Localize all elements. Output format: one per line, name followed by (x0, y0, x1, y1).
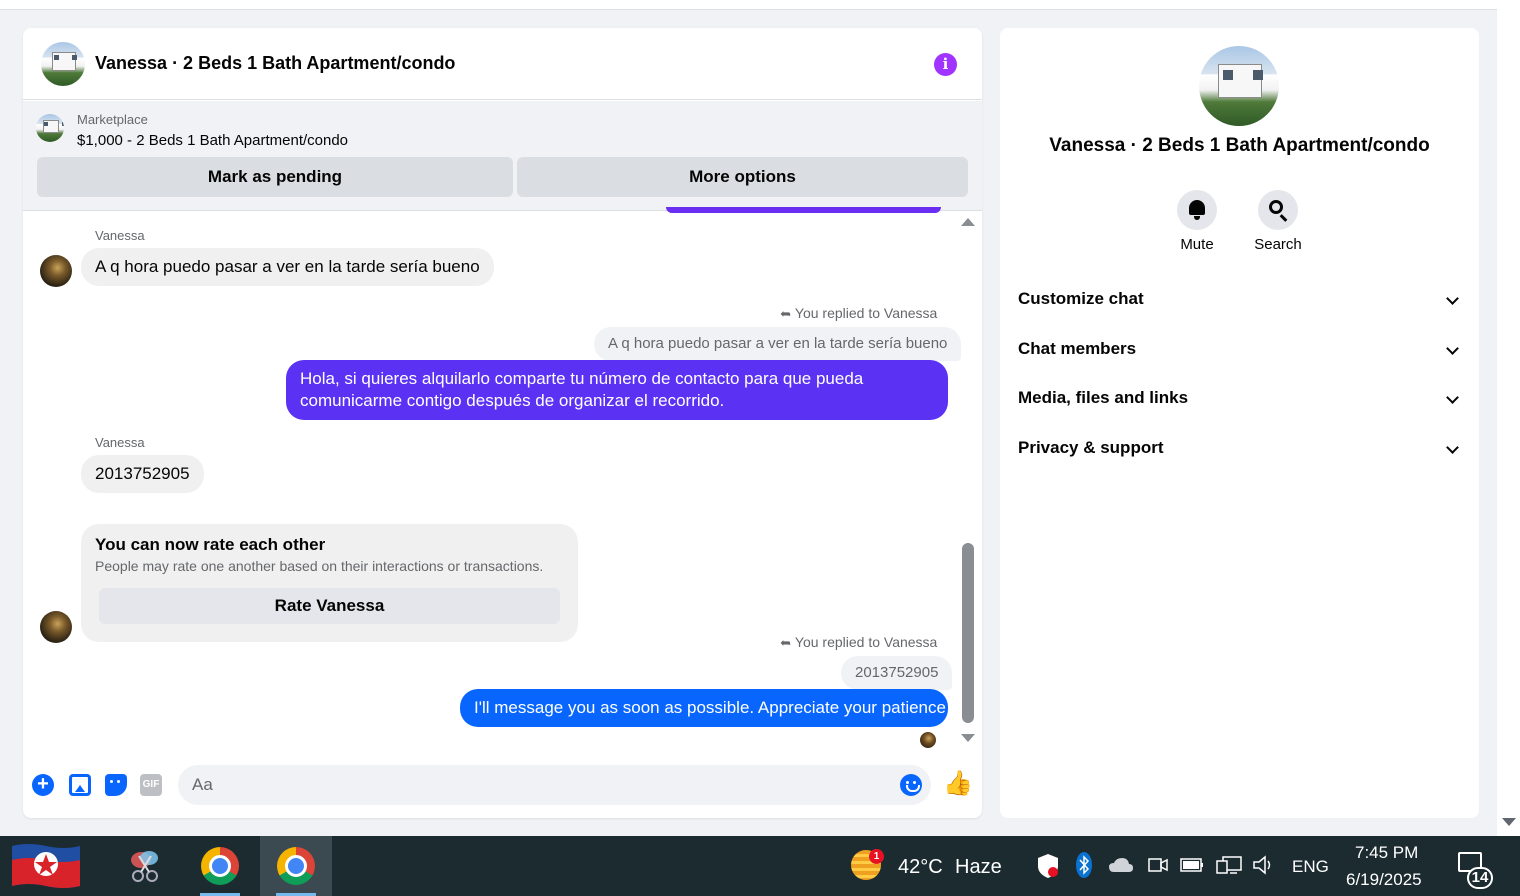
more-options-button[interactable]: More options (517, 157, 968, 197)
bell-icon (1189, 200, 1205, 220)
mute-action[interactable]: Mute (1157, 190, 1237, 253)
conversation-info-panel: Vanessa · 2 Beds 1 Bath Apartment/condo … (1000, 28, 1479, 818)
section-label: Privacy & support (1018, 438, 1164, 457)
chevron-down-icon (1446, 292, 1459, 305)
weather-condition[interactable]: Haze (955, 856, 1002, 879)
section-label: Media, files and links (1018, 388, 1189, 407)
temperature[interactable]: 42°C (898, 856, 943, 879)
photo-icon[interactable] (69, 774, 91, 796)
search-action[interactable]: Search (1238, 190, 1318, 253)
avatar[interactable] (40, 611, 72, 643)
language-indicator[interactable]: ENG (1292, 857, 1329, 877)
listing-title[interactable]: $1,000 - 2 Beds 1 Bath Apartment/condo (77, 132, 348, 149)
info-icon[interactable]: i (934, 53, 957, 76)
taskbar-chrome-profile-app[interactable] (260, 836, 332, 896)
listing-photo[interactable] (1199, 46, 1279, 126)
quoted-message[interactable]: A q hora puedo pasar a ver en la tarde s… (594, 327, 962, 361)
scroll-thumb[interactable] (962, 543, 974, 723)
chevron-down-icon (1446, 391, 1459, 404)
section-label: Customize chat (1018, 289, 1144, 308)
outgoing-message[interactable]: I'll message you as soon as possible. Ap… (460, 689, 948, 727)
gif-icon[interactable]: GIF (140, 774, 162, 796)
avatar[interactable] (40, 255, 72, 287)
sticker-icon[interactable] (105, 774, 127, 796)
reply-note: ➦ You replied to Vanessa (780, 634, 938, 650)
message-scrollbar[interactable] (959, 216, 977, 746)
scroll-up-arrow-icon[interactable] (961, 218, 975, 226)
search-button[interactable] (1258, 190, 1298, 230)
flag-icon (12, 844, 80, 888)
emoji-icon[interactable] (900, 774, 922, 796)
message-input[interactable] (192, 774, 872, 796)
start-button[interactable] (0, 836, 104, 896)
seen-avatar (920, 732, 936, 748)
reply-note: ➦ You replied to Vanessa (780, 305, 938, 321)
search-label: Search (1254, 236, 1302, 253)
marketplace-banner: Marketplace $1,000 - 2 Beds 1 Bath Apart… (23, 101, 982, 211)
reply-arrow-icon: ➦ (780, 635, 791, 650)
rate-title: You can now rate each other (95, 535, 326, 554)
notification-count[interactable]: 14 (1467, 867, 1493, 889)
chevron-down-icon (1446, 342, 1459, 355)
mute-button[interactable] (1177, 190, 1217, 230)
incoming-message[interactable]: 2013752905 (81, 455, 204, 493)
section-media-files-links[interactable]: Media, files and links (1018, 388, 1463, 412)
taskbar-chrome-app[interactable] (184, 836, 256, 896)
incoming-message[interactable]: A q hora puedo pasar a ver en la tarde s… (81, 248, 494, 286)
rate-subtitle: People may rate one another based on the… (95, 558, 544, 574)
rate-button[interactable]: Rate Vanessa (99, 588, 560, 624)
section-privacy-support[interactable]: Privacy & support (1018, 438, 1463, 462)
mute-label: Mute (1180, 236, 1214, 253)
taskbar: 1 42°C Haze ENG 7:45 PM 6/19/2025 14 (0, 836, 1520, 896)
marketplace-label: Marketplace (77, 112, 148, 127)
rate-card: You can now rate each other People may r… (81, 524, 578, 642)
onedrive-icon[interactable] (1108, 856, 1134, 874)
like-icon[interactable]: 👍 (943, 770, 973, 798)
section-chat-members[interactable]: Chat members (1018, 339, 1463, 363)
previous-message-edge (666, 207, 941, 213)
bluetooth-icon[interactable] (1076, 852, 1092, 878)
reply-arrow-icon: ➦ (780, 306, 791, 321)
chat-title[interactable]: Vanessa · 2 Beds 1 Bath Apartment/condo (95, 53, 455, 74)
section-customize-chat[interactable]: Customize chat (1018, 289, 1463, 313)
message-input-box[interactable] (178, 765, 931, 805)
info-title: Vanessa · 2 Beds 1 Bath Apartment/condo (1049, 135, 1430, 156)
chrome-icon (201, 847, 239, 885)
page-scrollbar[interactable] (1497, 0, 1520, 836)
listing-avatar[interactable] (41, 42, 85, 86)
chat-panel: Vanessa · 2 Beds 1 Bath Apartment/condo … (23, 28, 982, 818)
plus-icon[interactable]: + (32, 774, 54, 796)
composer: + GIF 👍 (23, 760, 982, 810)
battery-icon[interactable] (1180, 857, 1204, 873)
browser-top-strip (0, 0, 1497, 10)
chevron-down-icon (1446, 441, 1459, 454)
scroll-down-arrow-icon[interactable] (1502, 818, 1516, 826)
clock-date[interactable]: 6/19/2025 (1346, 870, 1422, 890)
message-list: Vanessa A q hora puedo pasar a ver en la… (23, 207, 982, 748)
sender-name: Vanessa (95, 228, 145, 243)
camera-icon[interactable] (1148, 855, 1168, 875)
taskbar-snip-app[interactable] (110, 836, 182, 896)
scissors-icon (131, 851, 158, 882)
search-icon (1269, 200, 1283, 214)
weather-badge: 1 (869, 849, 884, 864)
clock-time[interactable]: 7:45 PM (1355, 843, 1418, 863)
volume-icon[interactable] (1252, 855, 1276, 875)
mark-pending-button[interactable]: Mark as pending (37, 157, 513, 197)
scroll-down-arrow-icon[interactable] (961, 734, 975, 742)
sender-name: Vanessa (95, 435, 145, 450)
chat-header: Vanessa · 2 Beds 1 Bath Apartment/condo … (23, 28, 982, 100)
chrome-icon (277, 847, 315, 885)
network-icon[interactable] (1215, 855, 1243, 877)
quoted-message[interactable]: 2013752905 (841, 656, 953, 690)
section-label: Chat members (1018, 339, 1137, 358)
outgoing-message[interactable]: Hola, si quieres alquilarlo comparte tu … (286, 360, 948, 420)
listing-thumbnail[interactable] (36, 114, 64, 142)
security-shield-icon[interactable] (1037, 853, 1059, 879)
